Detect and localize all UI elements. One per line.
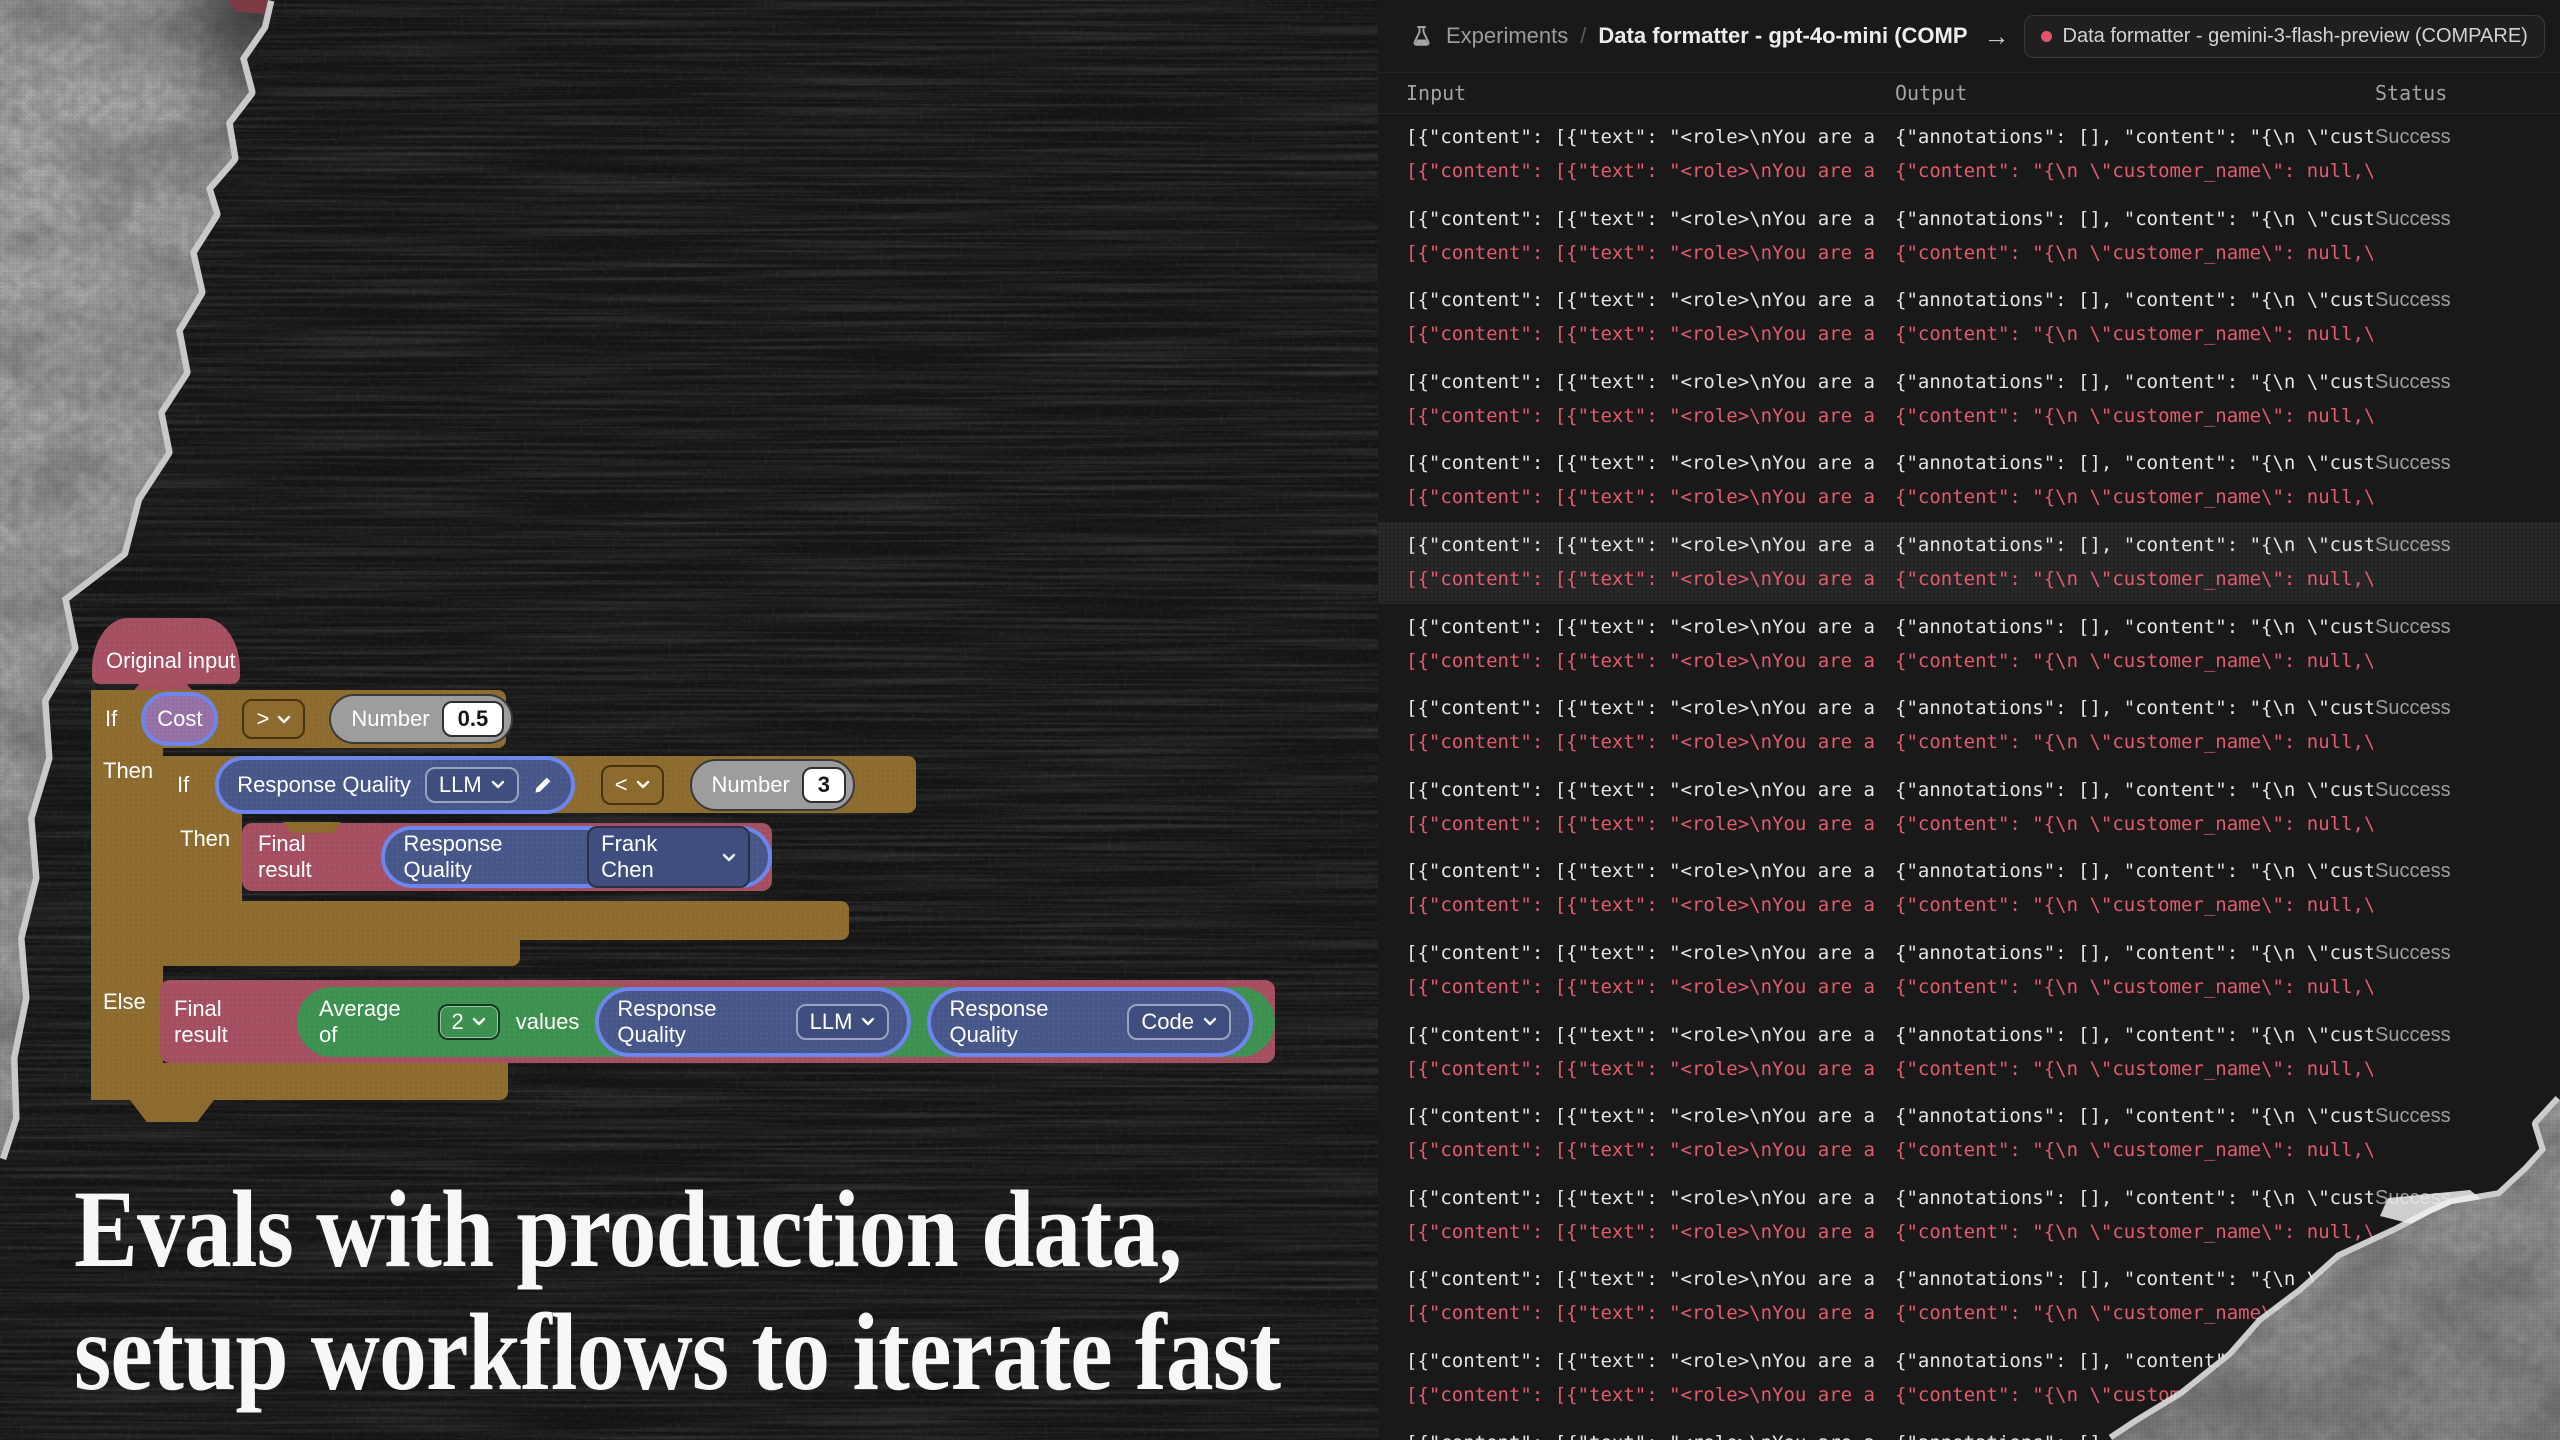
response-quality-frank-chen-pill[interactable]: Response Quality Frank Chen xyxy=(381,826,772,888)
number-label: Number xyxy=(712,772,790,798)
llm-dropdown[interactable]: LLM xyxy=(425,767,519,803)
original-input-label: Original input xyxy=(106,648,236,674)
outer-if-row[interactable]: If Cost > Number 0.5 xyxy=(91,690,506,748)
chevron-down-icon xyxy=(472,1017,486,1026)
headline-line2: setup workflows to iterate fast xyxy=(74,1291,1280,1414)
number-pill[interactable]: Number 3 xyxy=(690,759,856,811)
then-label: Then xyxy=(103,758,153,784)
final-result-block-else[interactable]: Final result Average of 2 values Respons… xyxy=(160,980,1275,1063)
number-pill[interactable]: Number 0.5 xyxy=(329,694,513,744)
chevron-down-icon xyxy=(722,853,736,862)
average-of-label: Average of xyxy=(319,996,421,1048)
final-result-label: Final result xyxy=(174,996,279,1048)
llm-label: LLM xyxy=(439,772,482,798)
chevron-down-icon xyxy=(1203,1017,1217,1026)
less-than-dropdown[interactable]: < xyxy=(601,765,664,805)
count-label: 2 xyxy=(452,1009,464,1035)
outer-if-bottom-bar xyxy=(91,1063,508,1100)
code-dropdown[interactable]: Code xyxy=(1127,1004,1231,1040)
headline: Evals with production data, setup workfl… xyxy=(74,1168,1280,1414)
else-label: Else xyxy=(103,989,146,1015)
final-result-label: Final result xyxy=(258,831,363,883)
pencil-edit-icon[interactable] xyxy=(533,775,553,795)
nested-if-bottom-arm xyxy=(163,901,849,940)
app-screenshot: Experiments / Data formatter - gpt-4o-mi… xyxy=(0,0,2560,1440)
chevron-down-icon xyxy=(277,715,291,724)
chevron-down-icon xyxy=(491,780,505,789)
final-result-block-then[interactable]: Final result Response Quality Frank Chen xyxy=(242,823,772,891)
cost-label: Cost xyxy=(157,706,202,732)
chevron-down-icon xyxy=(636,780,650,789)
outer-if-spine[interactable] xyxy=(91,690,163,1100)
operator-label: > xyxy=(256,706,269,732)
number-value-input[interactable]: 3 xyxy=(802,767,846,803)
original-input-block[interactable]: Original input xyxy=(92,618,240,684)
if-label: If xyxy=(105,706,117,732)
average-of-pill[interactable]: Average of 2 values Response Quality LLM… xyxy=(297,987,1275,1057)
llm-label: LLM xyxy=(810,1009,853,1035)
number-value-input[interactable]: 0.5 xyxy=(442,701,505,737)
response-quality-label: Response Quality xyxy=(949,996,1113,1048)
operator-label: < xyxy=(615,772,628,798)
nested-if-bottom-closure xyxy=(163,940,520,966)
frank-chen-label: Frank Chen xyxy=(601,831,713,883)
response-quality-label: Response Quality xyxy=(237,772,411,798)
then-label: Then xyxy=(180,826,230,852)
greater-than-dropdown[interactable]: > xyxy=(242,699,305,739)
cost-variable-pill[interactable]: Cost xyxy=(141,692,218,746)
chevron-down-icon xyxy=(861,1017,875,1026)
reviewer-dropdown[interactable]: Frank Chen xyxy=(587,826,750,888)
headline-line1: Evals with production data, xyxy=(74,1168,1280,1291)
nested-if-row[interactable]: If Response Quality LLM < Number 3 xyxy=(163,756,916,813)
response-quality-label: Response Quality xyxy=(617,996,781,1048)
block-connector-tab xyxy=(283,822,341,833)
average-count-dropdown[interactable]: 2 xyxy=(438,1004,500,1040)
response-quality-label: Response Quality xyxy=(403,831,573,883)
response-quality-llm-pill[interactable]: Response Quality LLM xyxy=(595,987,911,1057)
response-quality-code-pill[interactable]: Response Quality Code xyxy=(927,987,1253,1057)
number-label: Number xyxy=(351,706,429,732)
block-connector-tab xyxy=(130,1100,214,1122)
if-label: If xyxy=(177,772,189,798)
llm-dropdown[interactable]: LLM xyxy=(796,1004,890,1040)
code-label: Code xyxy=(1141,1009,1194,1035)
values-label: values xyxy=(516,1009,580,1035)
response-quality-llm-pill[interactable]: Response Quality LLM xyxy=(215,756,574,814)
